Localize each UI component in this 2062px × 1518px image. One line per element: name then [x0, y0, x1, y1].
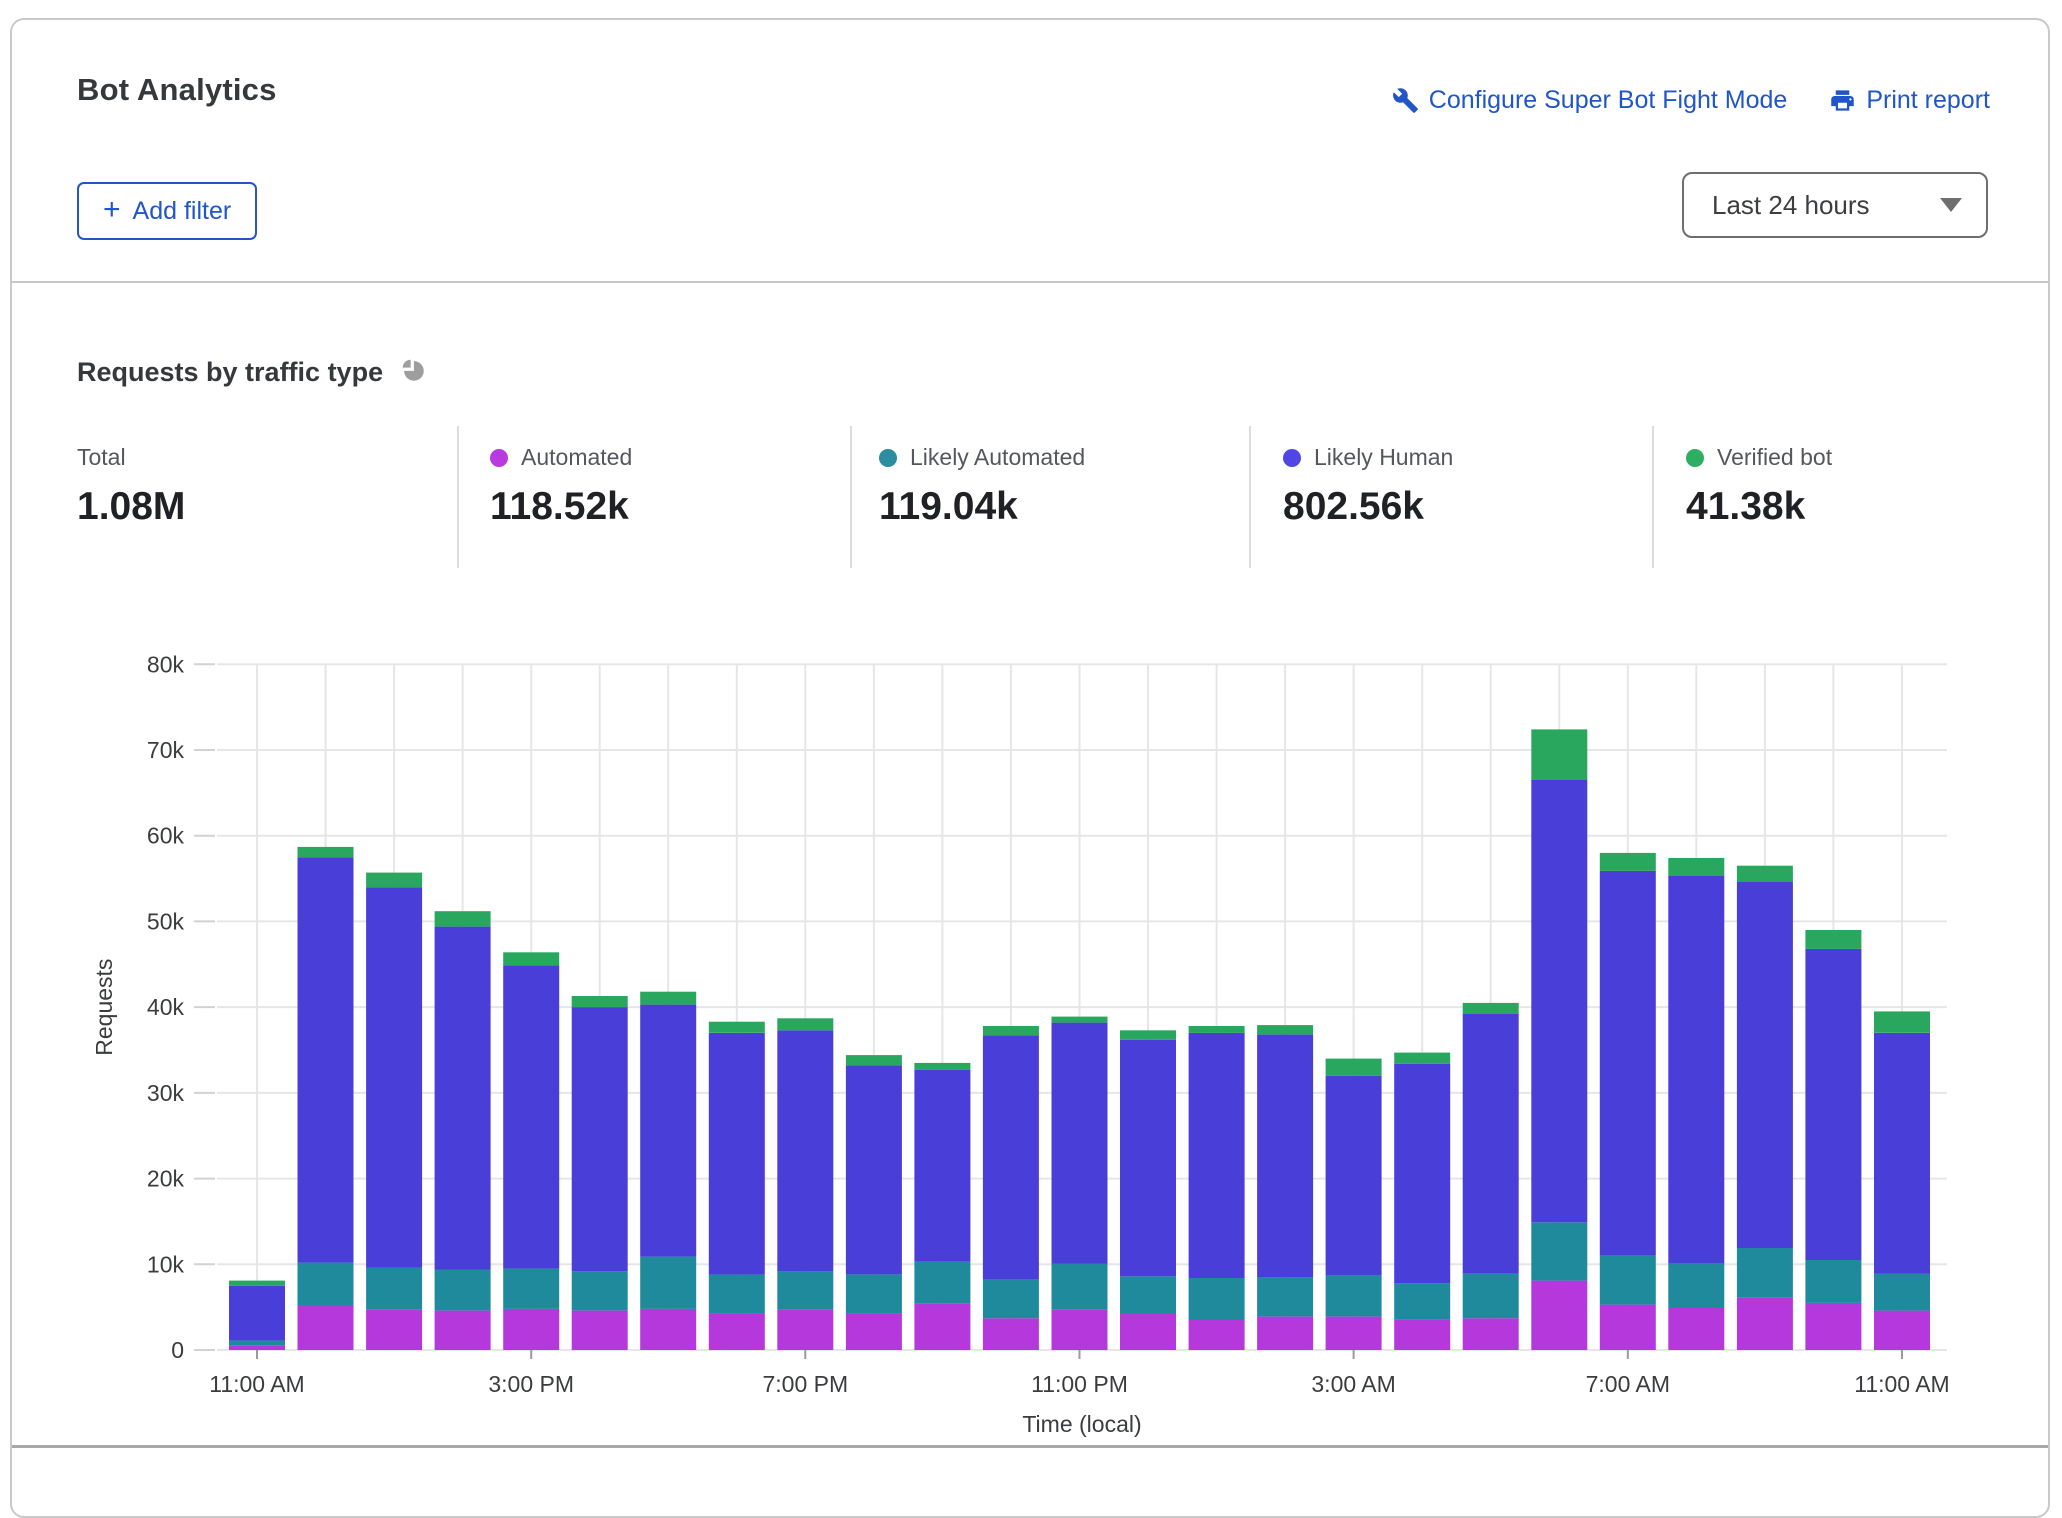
svg-text:20k: 20k [147, 1166, 185, 1192]
printer-icon [1829, 87, 1856, 114]
stat-likely-human: Likely Human 802.56k [1283, 444, 1453, 529]
section-title-row: Requests by traffic type [77, 356, 427, 389]
stat-automated-label: Automated [521, 444, 632, 471]
svg-text:3:00 PM: 3:00 PM [488, 1371, 574, 1397]
svg-text:0: 0 [171, 1337, 184, 1363]
header-divider [12, 281, 2048, 283]
svg-text:11:00 AM: 11:00 AM [209, 1371, 304, 1397]
stat-automated-value: 118.52k [490, 485, 632, 529]
requests-by-traffic-type-chart[interactable]: 0 10k 20k 30k 40k 50k 60k 70k 80k 11:00 AM 3:00 PM… [12, 602, 2052, 1462]
svg-text:11:00 PM: 11:00 PM [1031, 1371, 1128, 1397]
stat-total: Total 1.08M [77, 444, 185, 529]
stat-likely-automated: Likely Automated 119.04k [879, 444, 1085, 529]
svg-text:30k: 30k [147, 1080, 185, 1106]
time-range-value: Last 24 hours [1712, 190, 1870, 221]
bot-analytics-card: Bot Analytics Configure Super Bot Fight … [10, 18, 2050, 1518]
stat-likely-automated-value: 119.04k [879, 485, 1085, 529]
stat-divider [1249, 426, 1251, 568]
svg-text:70k: 70k [147, 737, 185, 763]
stat-divider [850, 426, 852, 568]
svg-text:Requests: Requests [91, 959, 117, 1056]
wrench-icon [1392, 87, 1419, 114]
stat-divider [1652, 426, 1654, 568]
stat-likely-automated-label: Likely Automated [910, 444, 1085, 471]
stat-verified-bot-value: 41.38k [1686, 485, 1832, 529]
likely-human-dot-icon [1283, 449, 1301, 467]
configure-link-label: Configure Super Bot Fight Mode [1429, 86, 1788, 115]
stat-total-label: Total [77, 444, 126, 471]
configure-super-bot-fight-mode-link[interactable]: Configure Super Bot Fight Mode [1392, 86, 1788, 115]
header-links: Configure Super Bot Fight Mode Print rep… [1392, 86, 1990, 115]
svg-text:7:00 PM: 7:00 PM [762, 1371, 848, 1397]
pie-chart-icon [399, 356, 427, 389]
page-title: Bot Analytics [77, 72, 277, 108]
stat-verified-bot: Verified bot 41.38k [1686, 444, 1832, 529]
print-link-label: Print report [1866, 86, 1990, 115]
svg-text:10k: 10k [147, 1251, 185, 1277]
automated-dot-icon [490, 449, 508, 467]
section-title: Requests by traffic type [77, 357, 383, 388]
svg-text:11:00 AM: 11:00 AM [1854, 1371, 1949, 1397]
svg-text:60k: 60k [147, 823, 185, 849]
stat-automated: Automated 118.52k [490, 444, 632, 529]
svg-text:80k: 80k [147, 651, 185, 677]
time-range-select[interactable]: Last 24 hours [1682, 172, 1988, 238]
likely-automated-dot-icon [879, 449, 897, 467]
add-filter-label: Add filter [133, 197, 232, 226]
stat-likely-human-value: 802.56k [1283, 485, 1453, 529]
chart-area: 0 10k 20k 30k 40k 50k 60k 70k 80k 11:00 AM 3:00 PM… [12, 602, 2052, 1462]
stat-divider [457, 426, 459, 568]
card-header: Bot Analytics Configure Super Bot Fight … [12, 20, 2048, 280]
add-filter-button[interactable]: + Add filter [77, 182, 257, 240]
stat-likely-human-label: Likely Human [1314, 444, 1453, 471]
svg-text:40k: 40k [147, 994, 185, 1020]
svg-text:Time (local): Time (local) [1022, 1411, 1141, 1437]
print-report-link[interactable]: Print report [1829, 86, 1990, 115]
stat-total-value: 1.08M [77, 485, 185, 529]
svg-text:3:00 AM: 3:00 AM [1311, 1371, 1395, 1397]
chevron-down-icon [1940, 198, 1962, 212]
verified-bot-dot-icon [1686, 449, 1704, 467]
svg-text:50k: 50k [147, 908, 185, 934]
next-section-divider [12, 1445, 2048, 1448]
stat-verified-bot-label: Verified bot [1717, 444, 1832, 471]
plus-icon: + [103, 195, 121, 225]
svg-text:7:00 AM: 7:00 AM [1586, 1371, 1670, 1397]
